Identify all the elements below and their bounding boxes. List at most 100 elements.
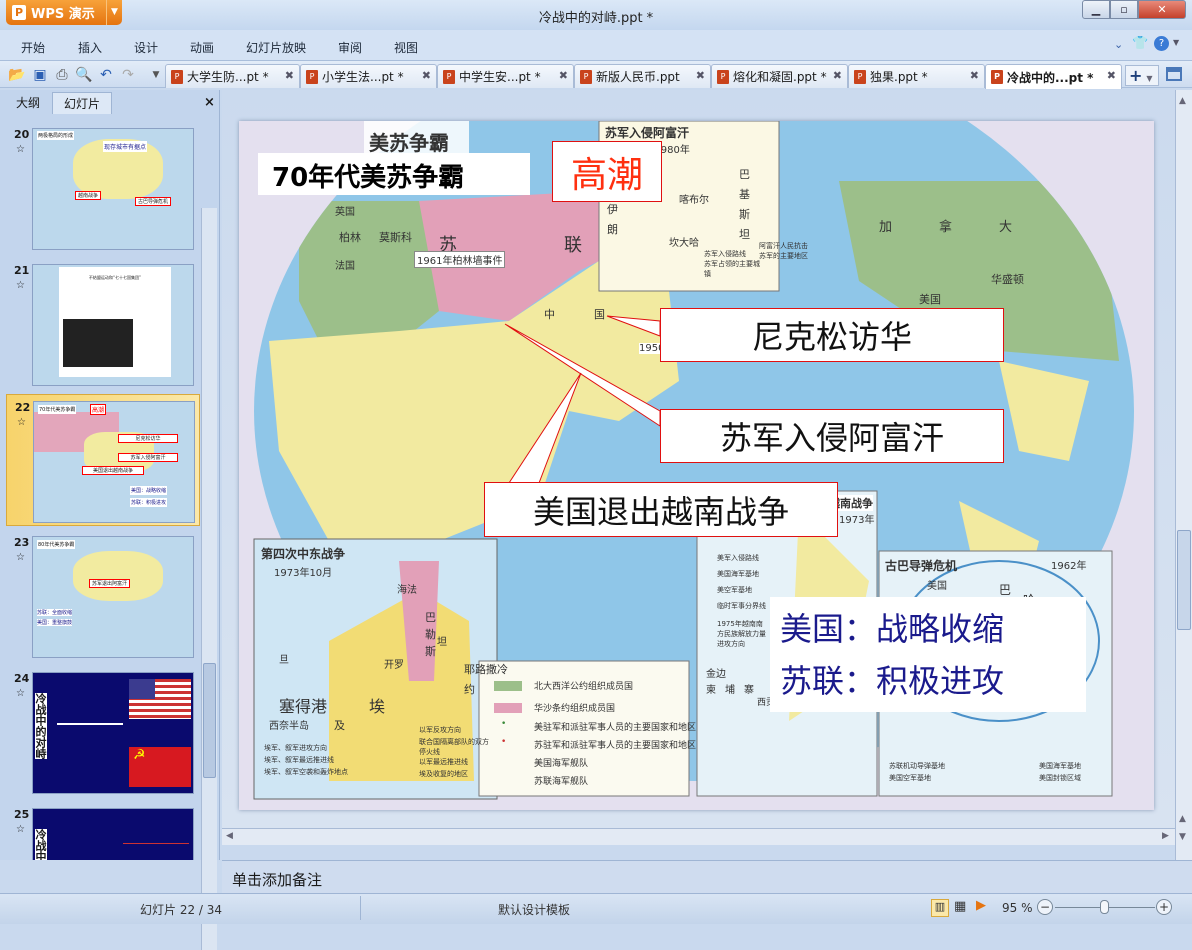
animation-star-icon: ☆: [16, 280, 25, 291]
zoom-in-button[interactable]: +: [1156, 899, 1172, 915]
scroll-left-icon[interactable]: ◀: [226, 831, 233, 841]
menu-start[interactable]: 开始: [21, 39, 45, 56]
menu-slideshow[interactable]: 幻灯片放映: [246, 39, 306, 56]
undo-icon[interactable]: ↶: [97, 66, 115, 84]
slide-thumbnail-20[interactable]: 20 ☆ 两极格局的形成 现存城市有据点 越南战争 古巴导弹危机: [6, 122, 200, 254]
window-layout-icon[interactable]: [1166, 67, 1182, 81]
tab-document-1[interactable]: P 大学生防...pt * ✖: [165, 64, 300, 88]
close-tab-icon[interactable]: ✖: [285, 69, 294, 82]
map-label: 加: [879, 220, 893, 235]
inset-title: 苏军入侵阿富汗: [605, 126, 690, 140]
notes-input[interactable]: 单击添加备注: [222, 860, 1192, 893]
ppt-file-icon: P: [443, 69, 455, 84]
legend-item: 北大西洋公约组织成员国: [534, 682, 634, 692]
menu-insert[interactable]: 插入: [78, 39, 102, 56]
tab-label: 新版人民币.ppt: [596, 70, 680, 84]
minimize-button[interactable]: ▁: [1082, 0, 1110, 19]
legend-item: 美军入侵路线: [717, 554, 759, 562]
skin-shirt-icon[interactable]: 👕: [1132, 36, 1148, 51]
slide-thumbnail-25[interactable]: 25 ☆ 冷战中的对峙: [6, 802, 200, 860]
slide-thumbnail-list: 20 ☆ 两极格局的形成 现存城市有据点 越南战争 古巴导弹危机 21 ☆ 不结盟运…: [6, 116, 200, 860]
tab-document-2[interactable]: P 小学生法...pt * ✖: [300, 64, 437, 88]
toolbar-more-icon[interactable]: ▼: [147, 66, 165, 84]
menu-animation[interactable]: 动画: [190, 39, 214, 56]
maximize-button[interactable]: ▫: [1110, 0, 1138, 19]
tab-outline[interactable]: 大纲: [4, 92, 52, 114]
map-label: 拿: [939, 220, 953, 235]
legend-item: 阿富汗人民抗击苏军的主要地区: [759, 242, 808, 260]
slide-thumbnail-22[interactable]: 22 ☆ 70年代美苏争霸 高潮 尼克松访华 苏军入侵阿富汗 美国退出越南战争 美…: [6, 394, 200, 526]
slideshow-view-icon[interactable]: ▶: [976, 898, 986, 913]
scrollbar-thumb[interactable]: [1177, 530, 1191, 630]
help-dropdown-icon[interactable]: ▼: [1173, 38, 1179, 47]
scrollbar-thumb[interactable]: [203, 663, 216, 778]
help-icon[interactable]: ?: [1154, 36, 1169, 51]
print-icon[interactable]: ⎙: [53, 66, 71, 84]
slide-thumbnail-23[interactable]: 23 ☆ 80年代美苏争霸 苏军退出阿富汗 苏联：全面收缩 美国：重整旗鼓: [6, 530, 200, 662]
thumb-text: 苏军入侵阿富汗: [118, 453, 178, 462]
zoom-slider-thumb[interactable]: [1100, 900, 1109, 914]
close-panel-icon[interactable]: ×: [204, 95, 215, 110]
open-folder-icon[interactable]: 📂: [8, 66, 26, 84]
normal-view-icon[interactable]: ▥: [931, 899, 949, 917]
next-slide-icon[interactable]: ▼: [1179, 832, 1186, 842]
tab-document-6[interactable]: P 独果.ppt * ✖: [848, 64, 985, 88]
slide-thumbnail-21[interactable]: 21 ☆ 不结盟运动和“七十七国集团”: [6, 258, 200, 390]
menu-design[interactable]: 设计: [134, 39, 158, 56]
slide-thumbnail-24[interactable]: 24 ☆ 冷战中的对峙 ☭: [6, 666, 200, 798]
horizontal-scrollbar[interactable]: ◀ ▶: [222, 828, 1175, 845]
redo-icon[interactable]: ↷: [119, 66, 137, 84]
legend-item: 埃及收复的地区: [419, 770, 468, 778]
scroll-right-icon[interactable]: ▶: [1162, 831, 1169, 841]
slide-sorter-view-icon[interactable]: ▦: [954, 899, 966, 914]
tab-label: 中学生安...pt *: [459, 70, 541, 84]
print-preview-icon[interactable]: 🔍: [75, 66, 93, 84]
thumbnail-preview: 不结盟运动和“七十七国集团”: [32, 264, 194, 386]
inset-title: 古巴导弹危机: [885, 559, 958, 573]
legend-item: 埃军、叙军进攻方向: [264, 744, 327, 752]
menu-review[interactable]: 审阅: [338, 39, 362, 56]
tab-document-5[interactable]: P 熔化和凝固.ppt * ✖: [711, 64, 848, 88]
callout-us-vietnam-exit[interactable]: 美国退出越南战争: [484, 482, 838, 537]
close-tab-icon[interactable]: ✖: [970, 69, 979, 82]
tab-document-active[interactable]: P 冷战中的...pt * ✖: [985, 64, 1122, 89]
tab-slides[interactable]: 幻灯片: [52, 92, 112, 114]
thumbnail-scrollbar[interactable]: [201, 208, 217, 950]
map-label: 西奈半岛: [269, 721, 309, 732]
thumbnail-preview: 80年代美苏争霸 苏军退出阿富汗 苏联：全面收缩 美国：重整旗鼓: [32, 536, 194, 658]
new-tab-button[interactable]: + ▼: [1125, 65, 1159, 86]
prev-slide-icon[interactable]: ▲: [1179, 814, 1186, 824]
callout-nixon-visit[interactable]: 尼克松访华: [660, 308, 1004, 362]
slide-heading[interactable]: 70年代美苏争霸: [258, 153, 530, 195]
map-label: 斯: [425, 645, 436, 658]
legend-item: 美空军基地: [717, 586, 752, 594]
legend-item: 以军最远推进线: [419, 758, 468, 766]
slide-number: 21: [14, 264, 30, 277]
collapse-ribbon-icon[interactable]: ⌄: [1114, 38, 1123, 51]
tab-document-3[interactable]: P 中学生安...pt * ✖: [437, 64, 574, 88]
map-label: 寨: [744, 685, 754, 696]
slide-canvas[interactable]: 美苏争霸 苏 联 中 国 莫斯科 柏林 1961年柏林墙事件 美国 加 拿 大 …: [239, 121, 1154, 810]
thumb-text: 苏联：积极进攻: [130, 498, 168, 507]
close-tab-icon[interactable]: ✖: [833, 69, 842, 82]
map-label: 坎大哈: [669, 238, 699, 249]
legend-item: 临时军事分界线: [717, 602, 766, 610]
callout-soviet-afghanistan[interactable]: 苏军入侵阿富汗: [660, 409, 1004, 463]
thumb-text: 80年代美苏争霸: [37, 540, 76, 549]
close-tab-icon[interactable]: ✖: [696, 69, 705, 82]
map-label: 基: [739, 188, 750, 201]
summary-box[interactable]: 美国：战略收缩 苏联：积极进攻: [770, 597, 1086, 712]
vertical-scrollbar[interactable]: ▲ ▲ ▼: [1175, 90, 1192, 860]
save-icon[interactable]: ▣: [31, 66, 49, 84]
close-tab-icon[interactable]: ✖: [559, 69, 568, 82]
menu-view[interactable]: 视图: [394, 39, 418, 56]
peak-label[interactable]: 高潮: [552, 141, 662, 202]
close-tab-icon[interactable]: ✖: [422, 69, 431, 82]
close-tab-icon[interactable]: ✖: [1107, 69, 1116, 82]
scroll-up-icon[interactable]: ▲: [1179, 96, 1186, 106]
tab-label: 大学生防...pt *: [187, 70, 269, 84]
tab-document-4[interactable]: P 新版人民币.ppt ✖: [574, 64, 711, 88]
close-button[interactable]: ✕: [1138, 0, 1186, 19]
map-label: 法国: [335, 261, 355, 272]
zoom-out-button[interactable]: −: [1037, 899, 1053, 915]
